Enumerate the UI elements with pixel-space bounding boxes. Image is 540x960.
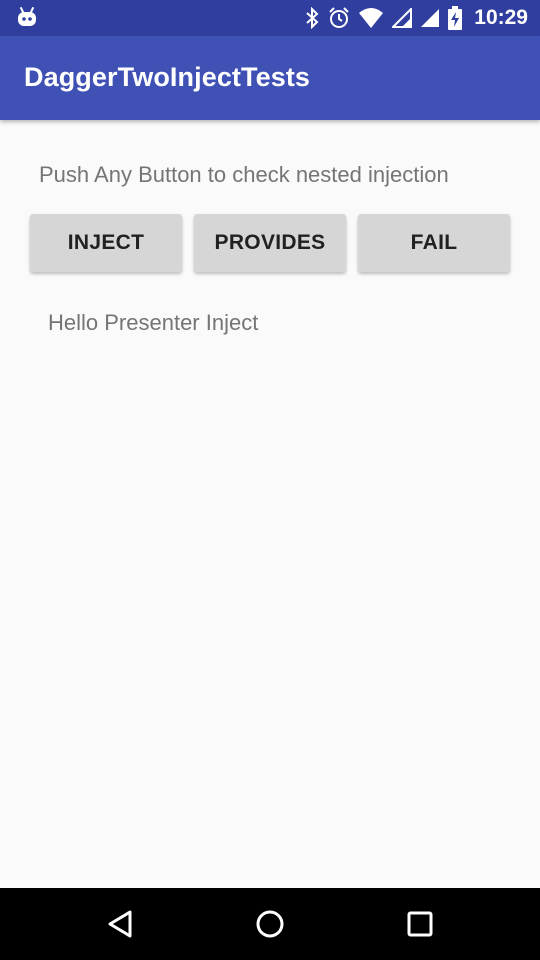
status-time: 10:29 [474, 6, 528, 29]
navigation-bar [0, 888, 540, 960]
alarm-icon [329, 7, 349, 28]
status-icons: 10:29 [304, 0, 528, 36]
android-debug-icon [18, 6, 36, 26]
signal-icon [421, 9, 440, 27]
bluetooth-icon [306, 7, 319, 29]
inject-button[interactable]: INJECT [30, 214, 182, 272]
main-content: Push Any Button to check nested injectio… [0, 120, 540, 888]
signal-icon [392, 8, 413, 28]
fail-button[interactable]: FAIL [358, 214, 510, 272]
wifi-icon [359, 8, 384, 28]
recents-icon[interactable] [402, 906, 438, 942]
instruction-text: Push Any Button to check nested injectio… [39, 162, 449, 187]
back-icon[interactable] [103, 906, 139, 942]
app-title: DaggerTwoInjectTests [24, 62, 311, 92]
battery-charging-icon [448, 6, 463, 30]
provides-button[interactable]: PROVIDES [194, 214, 346, 272]
home-icon[interactable] [252, 906, 288, 942]
result-text: Hello Presenter Inject [48, 310, 259, 335]
app-bar: DaggerTwoInjectTests [0, 36, 540, 120]
status-bar: 10:29 [0, 0, 540, 36]
